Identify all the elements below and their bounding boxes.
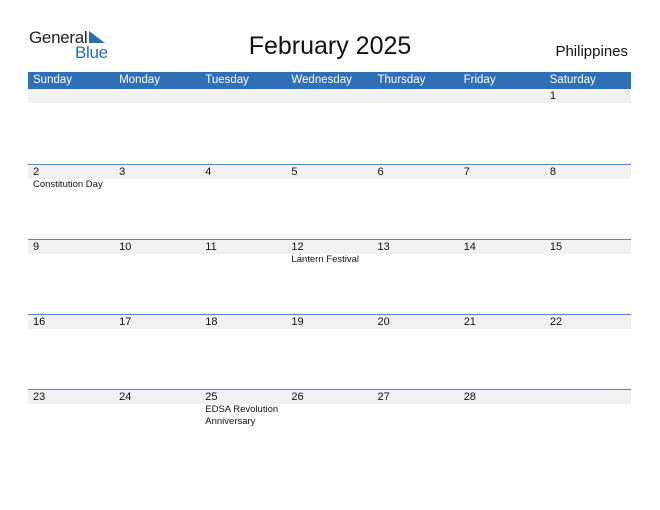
day-number: 5 — [291, 166, 298, 178]
day-cell — [114, 89, 200, 162]
day-cell: 3 — [114, 165, 200, 238]
day-number: 9 — [33, 241, 40, 253]
week-row: 2 Constitution Day 3 4 5 6 7 8 — [28, 164, 631, 238]
day-cell — [545, 390, 631, 463]
day-cell: 13 — [373, 240, 459, 313]
day-number: 28 — [463, 391, 476, 403]
day-cell: 24 — [114, 390, 200, 463]
week-row: 9 10 11 12 Lantern Festival 13 14 15 — [28, 239, 631, 313]
weekday-wednesday: Wednesday — [291, 74, 352, 86]
day-number: 14 — [463, 241, 476, 253]
day-cell — [28, 89, 114, 162]
day-number: 21 — [463, 316, 476, 328]
day-cell: 11 — [200, 240, 286, 313]
day-number: 6 — [377, 166, 384, 178]
day-number: 8 — [549, 166, 556, 178]
day-cell: 19 — [286, 315, 372, 388]
day-number: 26 — [291, 391, 304, 403]
day-number: 1 — [549, 90, 556, 102]
day-number: 13 — [377, 241, 390, 253]
week-row: 16 17 18 19 20 21 22 — [28, 314, 631, 388]
day-number: 23 — [33, 391, 46, 403]
week-row: 1 — [28, 89, 631, 163]
day-number: 15 — [549, 241, 563, 253]
day-number: 11 — [205, 241, 217, 253]
weekday-thursday: Thursday — [377, 74, 426, 86]
weekday-header: Sunday Monday Tuesday Wednesday Thursday… — [28, 72, 631, 89]
day-cell: 17 — [114, 315, 200, 388]
day-cell: 14 — [459, 240, 545, 313]
day-cell: 28 — [459, 390, 545, 463]
day-cell — [459, 89, 545, 162]
day-cell: 8 — [545, 165, 631, 238]
day-cell — [286, 89, 372, 162]
day-cell: 4 — [200, 165, 286, 238]
day-cell: 6 — [373, 165, 459, 238]
day-cell: 21 — [459, 315, 545, 388]
country-label: Philippines — [555, 43, 628, 60]
day-cell: 18 — [200, 315, 286, 388]
day-cell: 1 — [545, 89, 631, 162]
day-number: 4 — [205, 166, 212, 178]
day-cell: 9 — [28, 240, 114, 313]
day-cell: 26 — [286, 390, 372, 463]
weekday-monday: Monday — [119, 74, 161, 86]
day-number: 20 — [377, 316, 390, 328]
day-cell: 22 — [545, 315, 631, 388]
day-number: 7 — [463, 166, 470, 178]
day-number: 25 — [205, 391, 218, 403]
day-number: 19 — [291, 316, 304, 328]
holiday-label: EDSA Revolution Anniversary — [205, 404, 279, 427]
day-cell: 10 — [114, 240, 200, 313]
day-cell: 27 — [373, 390, 459, 463]
day-cell — [373, 89, 459, 162]
day-cell — [200, 89, 286, 162]
day-number: 22 — [549, 316, 563, 328]
day-cell: 20 — [373, 315, 459, 388]
holiday-label: Lantern Festival — [291, 254, 359, 265]
day-cell: 25 EDSA Revolution Anniversary — [200, 390, 286, 463]
day-number: 2 — [33, 166, 40, 178]
day-number: 10 — [119, 241, 132, 253]
weekday-sunday: Sunday — [33, 74, 73, 86]
weekday-saturday: Saturday — [549, 74, 596, 86]
weekday-tuesday: Tuesday — [205, 74, 249, 86]
day-number: 17 — [119, 316, 132, 328]
day-cell: 16 — [28, 315, 114, 388]
day-number: 12 — [291, 241, 304, 253]
weekday-friday: Friday — [463, 74, 496, 86]
day-cell: 5 — [286, 165, 372, 238]
day-number: 18 — [205, 316, 218, 328]
day-number: 27 — [377, 391, 390, 403]
day-number: 24 — [119, 391, 132, 403]
day-cell: 12 Lantern Festival — [286, 240, 372, 313]
day-number: 16 — [33, 316, 46, 328]
day-cell: 2 Constitution Day — [28, 165, 114, 238]
holiday-label: Constitution Day — [33, 179, 103, 190]
day-cell: 23 — [28, 390, 114, 463]
day-cell: 7 — [459, 165, 545, 238]
week-row: 23 24 25 EDSA Revolution Anniversary 26 27 28 — [28, 389, 631, 463]
day-cell: 15 — [545, 240, 631, 313]
day-number: 3 — [119, 166, 126, 178]
